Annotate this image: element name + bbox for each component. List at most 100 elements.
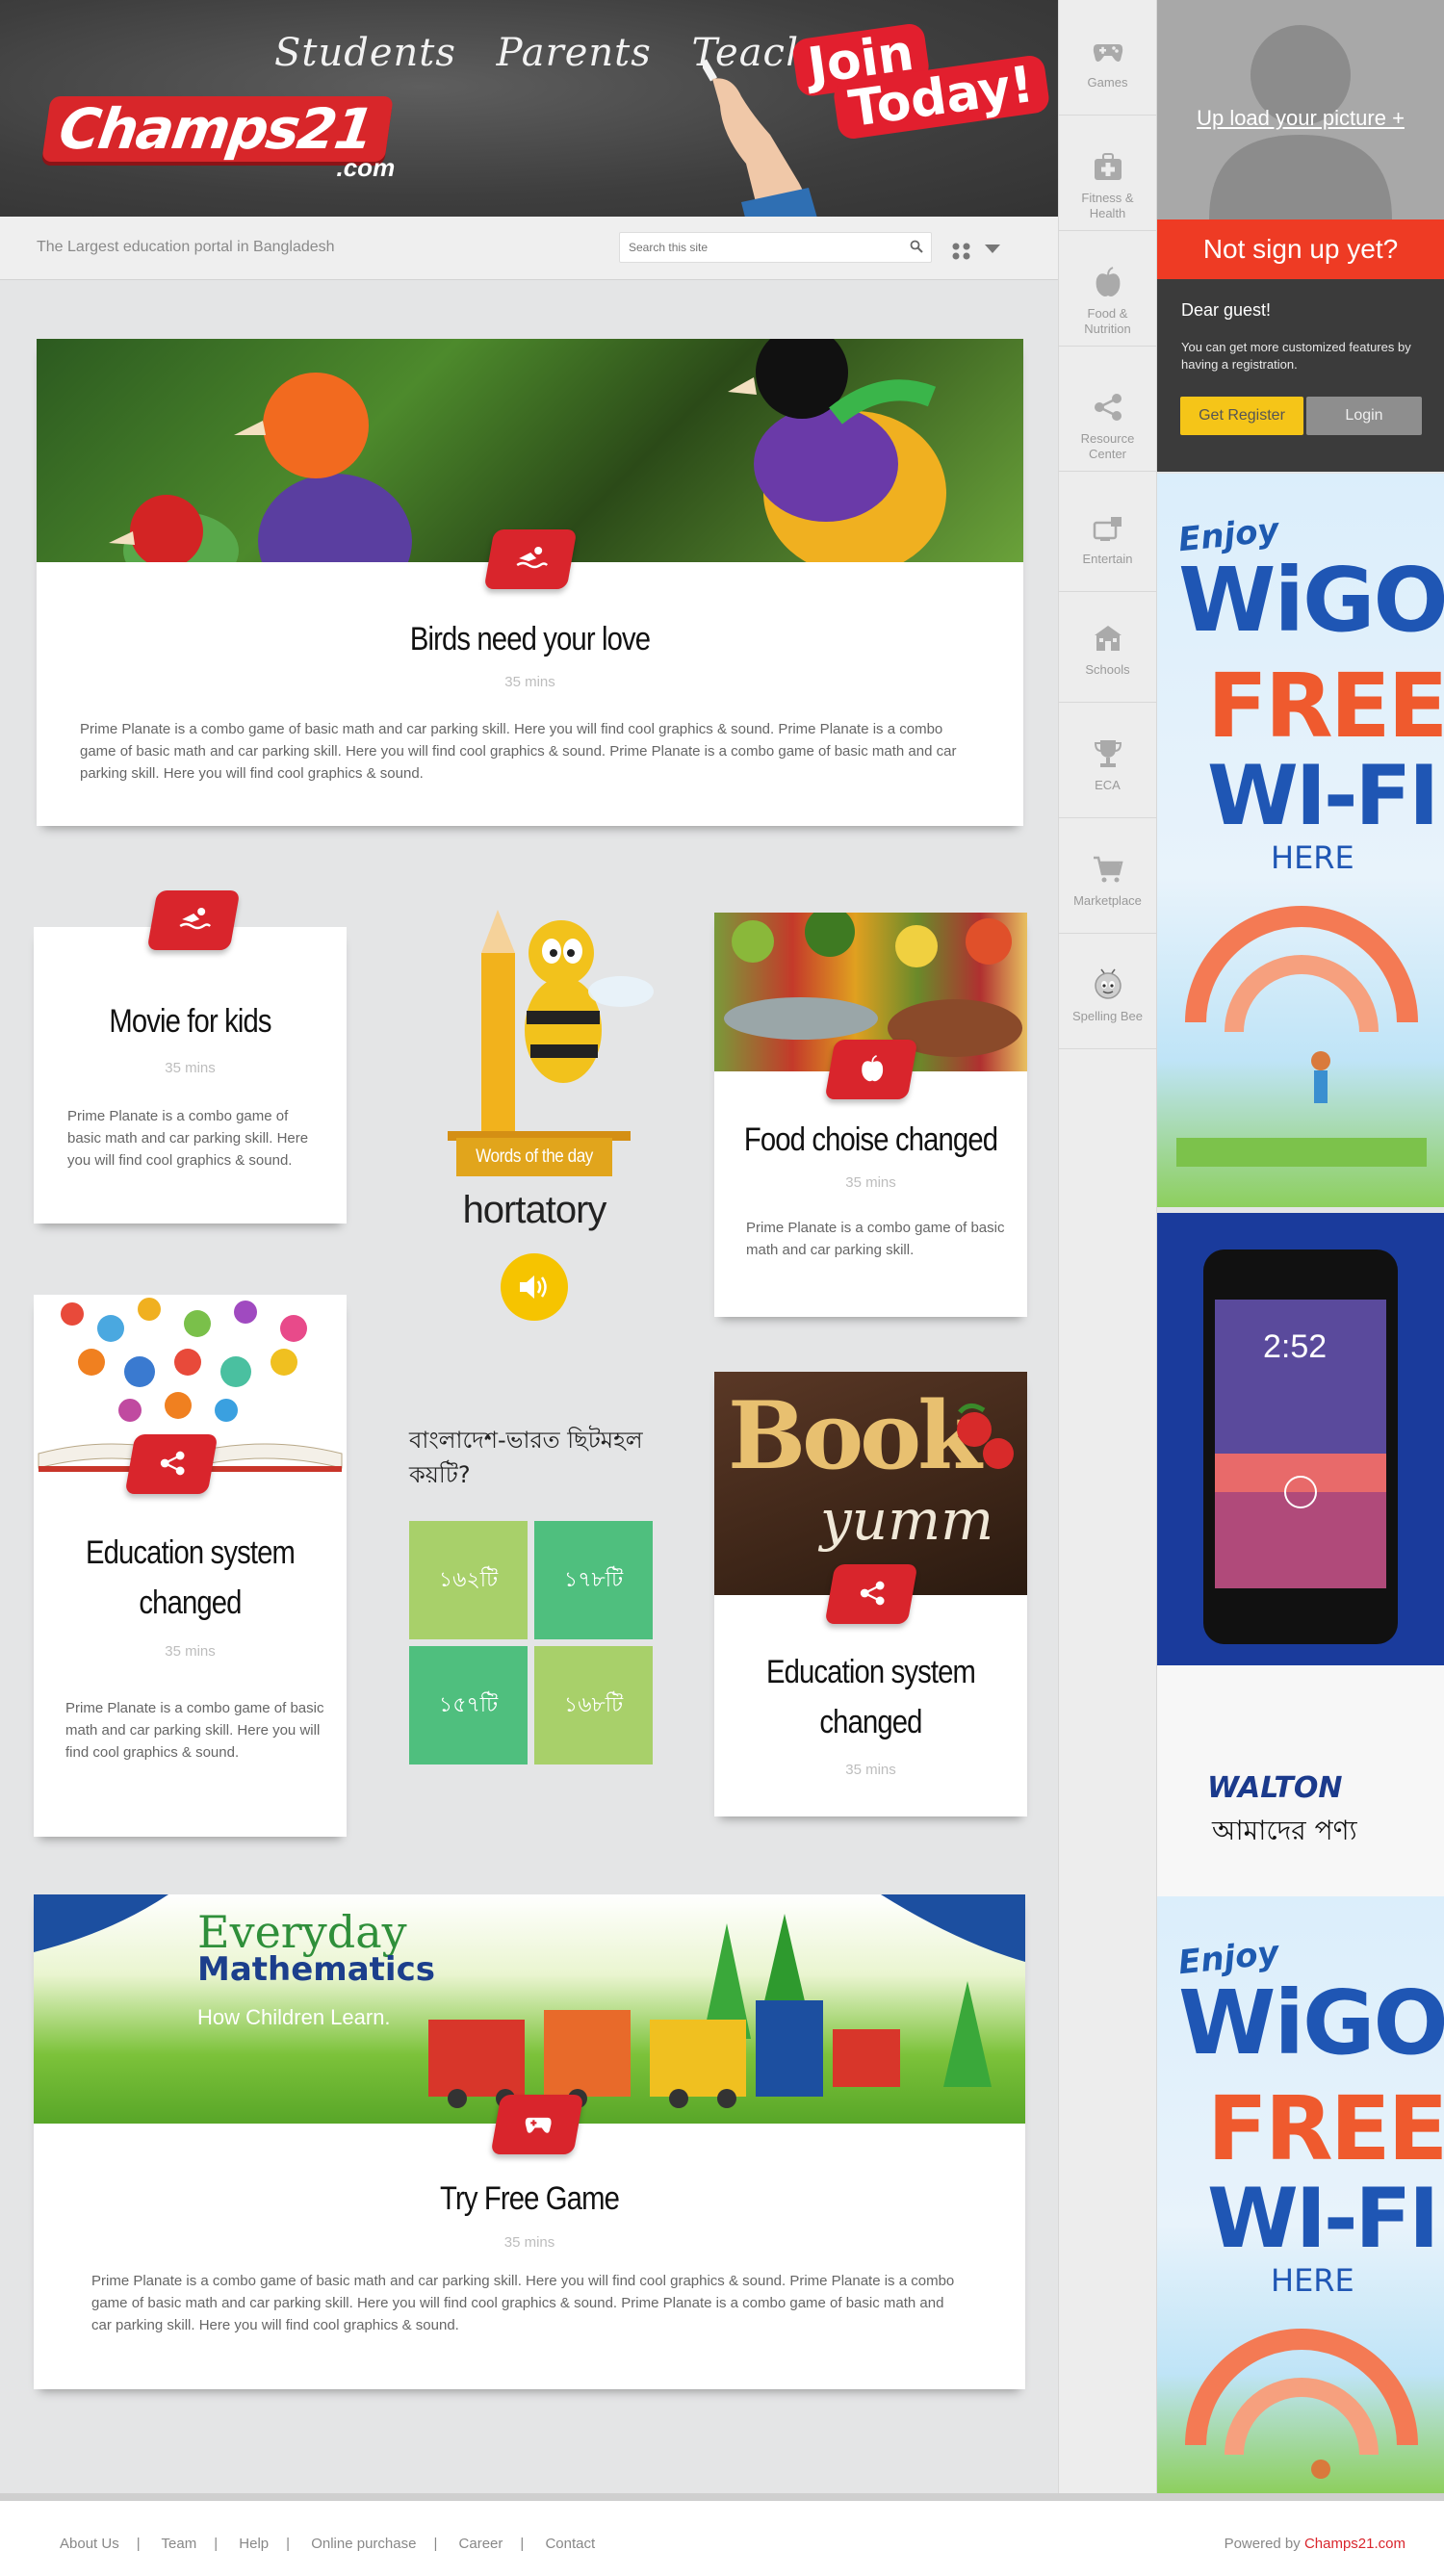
signup-panel: Dear guest! You can get more customized … <box>1157 279 1444 472</box>
share-icon <box>160 1451 185 1476</box>
article-card-game[interactable]: Everyday Mathematics How Children Learn.… <box>34 1894 1025 2389</box>
card-meta: 35 mins <box>503 2234 555 2251</box>
nav-item-schools[interactable]: Schools <box>1059 587 1156 703</box>
wifi-signal-icon <box>1185 2329 1418 2479</box>
pronounce-button[interactable] <box>501 1253 568 1321</box>
nav-item-food[interactable]: Food & Nutrition <box>1059 231 1156 347</box>
wigo-brand-text: WiGO <box>1178 549 1444 652</box>
article-card-education-1[interactable]: Education system changed 35 mins Prime P… <box>34 1295 347 1837</box>
everyday-math-image: Everyday Mathematics How Children Learn. <box>34 1894 1025 2124</box>
card-meta: 35 mins <box>165 1643 216 1660</box>
phone-ad[interactable]: 2:52 <box>1157 1213 1444 1665</box>
card-title[interactable]: Movie for kids <box>56 996 325 1046</box>
footer-link-about[interactable]: About Us <box>60 2536 119 2552</box>
footer-link-contact[interactable]: Contact <box>545 2536 595 2552</box>
category-badge[interactable] <box>824 1564 918 1624</box>
champs21-logo[interactable]: Champs21 .com <box>41 96 395 182</box>
nav-item-marketplace[interactable]: Marketplace <box>1059 818 1156 934</box>
wigo-brand-text: WiGO <box>1178 1971 1444 2074</box>
search-input[interactable] <box>620 233 890 262</box>
category-badge[interactable] <box>483 529 578 589</box>
nav-item-resource[interactable]: Resource Center <box>1059 356 1156 472</box>
nav-label: Games <box>1087 75 1128 90</box>
first-aid-icon <box>1094 153 1122 180</box>
wigo-here-text: HERE <box>1271 839 1354 876</box>
card-title[interactable]: Try Free Game <box>103 2174 956 2224</box>
greeting-text: Dear guest! <box>1181 300 1272 320</box>
walton-tagline: আমাদের পণ্য <box>1212 1815 1357 1846</box>
speaker-icon <box>520 1275 547 1299</box>
audience-parents[interactable]: Parents <box>497 31 652 75</box>
share-icon <box>860 1581 885 1606</box>
card-meta: 35 mins <box>165 1060 216 1076</box>
category-badge[interactable] <box>824 1040 918 1099</box>
nav-item-eca[interactable]: ECA <box>1059 703 1156 818</box>
walton-logo: WALTON <box>1207 1771 1343 1805</box>
swimmer-icon <box>516 547 549 569</box>
wigo-wifi-ad[interactable]: Enjoy WiGO FREE WI-FI HERE <box>1157 474 1444 1207</box>
apple-icon <box>862 1054 884 1082</box>
gamepad-icon <box>1093 44 1122 62</box>
quiz-option-1[interactable]: ১৬২টি <box>409 1521 528 1639</box>
profile-panel: Up load your picture + <box>1157 0 1444 219</box>
site-header: Students Parents Teachers Champs21 .com … <box>0 0 1058 217</box>
article-card-birds[interactable]: Birds need your love 35 mins Prime Plana… <box>37 339 1023 826</box>
powered-by: Powered by Champs21.com <box>1225 2536 1405 2552</box>
brand-tagline: How Children Learn. <box>197 2005 391 2029</box>
login-button[interactable]: Login <box>1306 397 1422 435</box>
wifi-signal-icon <box>1176 906 1427 1167</box>
quiz-option-2[interactable]: ১৭৮টি <box>534 1521 653 1639</box>
get-register-button[interactable]: Get Register <box>1180 397 1303 435</box>
card-title[interactable]: Birds need your love <box>106 614 955 664</box>
card-title[interactable]: Food choise changed <box>736 1115 1006 1165</box>
bee-icon <box>1094 968 1122 999</box>
swimmer-icon <box>179 908 212 930</box>
nav-item-games[interactable]: Games <box>1059 0 1156 116</box>
card-title-line1[interactable]: Education system <box>736 1647 1006 1697</box>
quiz-option-4[interactable]: ১৬৮টি <box>534 1646 653 1765</box>
footer-link-online-purchase[interactable]: Online purchase <box>311 2536 416 2552</box>
site-tagline: The Largest education portal in Banglade… <box>37 239 335 255</box>
search-icon[interactable] <box>910 240 923 253</box>
bee-mascot-illustration <box>448 910 654 1141</box>
logo-wordmark: Champs21 <box>41 96 394 162</box>
nav-item-fitness[interactable]: Fitness & Health <box>1059 116 1156 231</box>
powered-prefix: Powered by <box>1224 2536 1304 2552</box>
nav-item-entertain[interactable]: Entertain <box>1059 477 1156 592</box>
trophy-icon <box>1094 740 1122 767</box>
nav-label: Schools <box>1085 662 1130 677</box>
card-meta: 35 mins <box>504 674 555 690</box>
chevron-down-icon[interactable] <box>985 245 1000 253</box>
footer-link-team[interactable]: Team <box>162 2536 197 2552</box>
nav-label: Resource Center <box>1080 431 1135 461</box>
apple-icon <box>1096 267 1120 296</box>
nav-item-spelling-bee[interactable]: Spelling Bee <box>1059 934 1156 1049</box>
category-badge[interactable] <box>124 1434 219 1494</box>
grid-view-icon[interactable] <box>951 241 972 262</box>
powered-brand-link[interactable]: Champs21.com <box>1304 2536 1405 2552</box>
school-icon <box>1094 626 1122 651</box>
card-title-line2[interactable]: changed <box>56 1578 325 1628</box>
footer-link-help[interactable]: Help <box>239 2536 269 2552</box>
audience-students[interactable]: Students <box>274 31 456 75</box>
article-card-education-2[interactable]: Book yumm Education system changed 35 mi… <box>714 1372 1027 1816</box>
card-title-line2[interactable]: changed <box>736 1697 1006 1747</box>
quiz-option-3[interactable]: ১৫৭টি <box>409 1646 528 1765</box>
nav-label: Fitness & Health <box>1081 191 1134 220</box>
article-card-food[interactable]: Food choise changed 35 mins Prime Planat… <box>714 913 1027 1317</box>
nav-label: Entertain <box>1082 552 1133 566</box>
article-card-movie[interactable]: Movie for kids 35 mins Prime Planate is … <box>34 927 347 1224</box>
signup-heading: Not sign up yet? <box>1157 219 1444 279</box>
category-badge[interactable] <box>490 2095 584 2154</box>
nav-label: Marketplace <box>1073 893 1142 908</box>
footer-link-career[interactable]: Career <box>459 2536 503 2552</box>
wigo-wifi-ad-2[interactable]: Enjoy WiGO FREE WI-FI HERE <box>1157 1896 1444 2493</box>
walton-ad[interactable]: WALTON আমাদের পণ্য <box>1157 1665 1444 1896</box>
site-footer: About Us | Team | Help | Online purchase | C… <box>0 2493 1444 2576</box>
wigo-wifi-text: WI-FI <box>1207 2171 1439 2267</box>
category-badge[interactable] <box>146 890 241 950</box>
upload-picture-link[interactable]: Up load your picture + <box>1157 106 1444 131</box>
wigo-free-text: FREE <box>1207 655 1444 758</box>
word-of-day-word: hortatory <box>462 1189 607 1231</box>
card-title-line1[interactable]: Education system <box>56 1528 325 1578</box>
